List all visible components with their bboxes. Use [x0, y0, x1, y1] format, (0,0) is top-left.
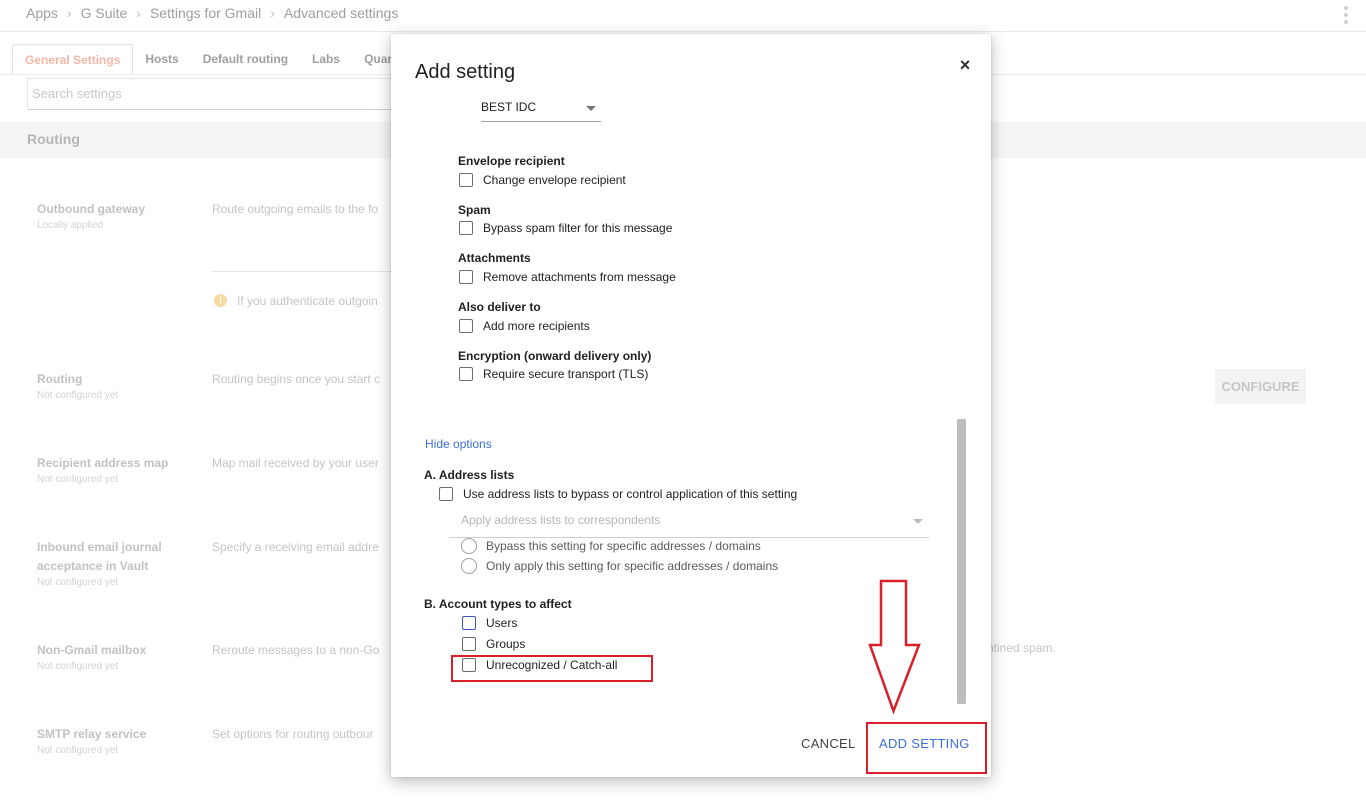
checkbox-icon[interactable]	[439, 487, 453, 501]
info-text: If you authenticate outgoin	[237, 294, 378, 308]
radio-label: Bypass this setting for specific address…	[486, 539, 761, 553]
use-address-lists-checkbox[interactable]: Use address lists to bypass or control a…	[439, 487, 797, 501]
address-lists-select: Apply address lists to correspondents	[449, 507, 929, 538]
cancel-button[interactable]: CANCEL	[801, 736, 856, 751]
setting-status: Locally applied	[37, 220, 104, 231]
setting-status: Not configured yet	[37, 577, 119, 588]
only-apply-radio[interactable]: Only apply this setting for specific add…	[461, 558, 778, 574]
also-deliver-label: Also deliver to	[458, 300, 541, 314]
envelope-recipient-label: Envelope recipient	[458, 154, 565, 168]
setting-description: Reroute messages to a non-Go	[212, 643, 380, 657]
highlight-box	[866, 722, 987, 774]
tab-hosts[interactable]: Hosts	[133, 44, 190, 74]
encryption-label: Encryption (onward delivery only)	[458, 349, 652, 363]
highlight-box	[451, 655, 653, 682]
checkbox-label: Groups	[486, 637, 526, 651]
dialog-title: Add setting	[415, 61, 516, 83]
checkbox-label: Users	[486, 616, 518, 630]
setting-name[interactable]: Inbound email journal acceptance in Vaul…	[37, 538, 197, 576]
require-tls-checkbox[interactable]: Require secure transport (TLS)	[459, 367, 648, 381]
groups-checkbox[interactable]: Groups	[462, 637, 525, 651]
info-icon: !	[214, 294, 227, 307]
breadcrumb-advanced: Advanced settings	[283, 5, 399, 21]
section-title: Routing	[27, 131, 80, 147]
hide-options-link[interactable]: Hide options	[425, 437, 492, 451]
users-checkbox[interactable]: Users	[462, 616, 517, 630]
chevron-right-icon: ›	[270, 5, 275, 21]
configure-button[interactable]: CONFIGURE	[1215, 369, 1306, 404]
checkbox-label: Require secure transport (TLS)	[483, 367, 649, 381]
bypass-spam-checkbox[interactable]: Bypass spam filter for this message	[459, 221, 672, 235]
tab-general-settings[interactable]: General Settings	[12, 44, 134, 74]
checkbox-label: Remove attachments from message	[483, 270, 676, 284]
chevron-right-icon: ›	[136, 5, 141, 21]
setting-status: Not configured yet	[37, 661, 119, 672]
checkbox-label: Bypass spam filter for this message	[483, 221, 673, 235]
radio-label: Only apply this setting for specific add…	[486, 559, 779, 573]
account-types-heading: B. Account types to affect	[424, 597, 572, 611]
checkbox-icon[interactable]	[462, 637, 476, 651]
setting-name[interactable]: Non-Gmail mailbox	[37, 641, 146, 660]
tab-labs[interactable]: Labs	[300, 44, 352, 74]
setting-description: Routing begins once you start c	[212, 372, 381, 386]
setting-name[interactable]: Recipient address map	[37, 454, 168, 473]
setting-description: Specify a receiving email addre	[212, 540, 379, 554]
spam-label: Spam	[458, 203, 491, 217]
route-select[interactable]: BEST IDC	[481, 96, 601, 122]
breadcrumb-apps[interactable]: Apps	[26, 5, 58, 21]
dropdown-caret-icon	[913, 519, 923, 524]
route-select-value: BEST IDC	[481, 100, 537, 114]
down-arrow-icon	[868, 579, 921, 715]
divider	[211, 271, 391, 272]
tab-default-routing[interactable]: Default routing	[191, 44, 300, 74]
change-envelope-checkbox[interactable]: Change envelope recipient	[459, 173, 626, 187]
bypass-radio[interactable]: Bypass this setting for specific address…	[461, 538, 761, 554]
breadcrumb-gmail[interactable]: Settings for Gmail	[150, 5, 261, 21]
checkbox-label: Add more recipients	[483, 319, 590, 333]
breadcrumb: Apps › G Suite › Settings for Gmail › Ad…	[26, 5, 398, 21]
setting-status: Not configured yet	[37, 390, 119, 401]
remove-attachments-checkbox[interactable]: Remove attachments from message	[459, 270, 676, 284]
radio-icon[interactable]	[461, 538, 477, 554]
checkbox-icon[interactable]	[459, 270, 473, 284]
checkbox-label: Use address lists to bypass or control a…	[463, 487, 798, 501]
checkbox-icon[interactable]	[459, 367, 473, 381]
more-vert-icon[interactable]	[1344, 6, 1348, 24]
checkbox-icon[interactable]	[459, 221, 473, 235]
setting-name[interactable]: SMTP relay service	[37, 725, 146, 744]
top-bar: Apps › G Suite › Settings for Gmail › Ad…	[0, 0, 1366, 32]
checkbox-icon[interactable]	[462, 616, 476, 630]
setting-description: Map mail received by your user	[212, 456, 379, 470]
setting-status: Not configured yet	[37, 474, 119, 485]
chevron-right-icon: ›	[66, 5, 72, 21]
close-icon[interactable]: ×	[956, 55, 974, 76]
search-input[interactable]: Search settings	[27, 78, 407, 110]
checkbox-label: Change envelope recipient	[483, 173, 626, 187]
scrollbar[interactable]	[957, 419, 966, 704]
breadcrumb-gsuite[interactable]: G Suite	[81, 5, 128, 21]
setting-name[interactable]: Routing	[37, 370, 82, 389]
setting-description-tail: ntined spam.	[987, 641, 1056, 655]
checkbox-icon[interactable]	[459, 173, 473, 187]
radio-icon[interactable]	[461, 558, 477, 574]
setting-description: Set options for routing outbour	[212, 727, 374, 741]
setting-name[interactable]: Outbound gateway	[37, 200, 145, 219]
address-lists-placeholder: Apply address lists to correspondents	[461, 513, 661, 527]
tab-bar: General Settings Hosts Default routing L…	[12, 44, 418, 74]
dropdown-caret-icon	[586, 106, 596, 111]
setting-description: Route outgoing emails to the fo	[212, 202, 379, 216]
attachments-label: Attachments	[458, 251, 531, 265]
add-recipients-checkbox[interactable]: Add more recipients	[459, 319, 590, 333]
address-lists-heading: A. Address lists	[424, 468, 515, 482]
checkbox-icon[interactable]	[459, 319, 473, 333]
setting-status: Not configured yet	[37, 745, 119, 756]
